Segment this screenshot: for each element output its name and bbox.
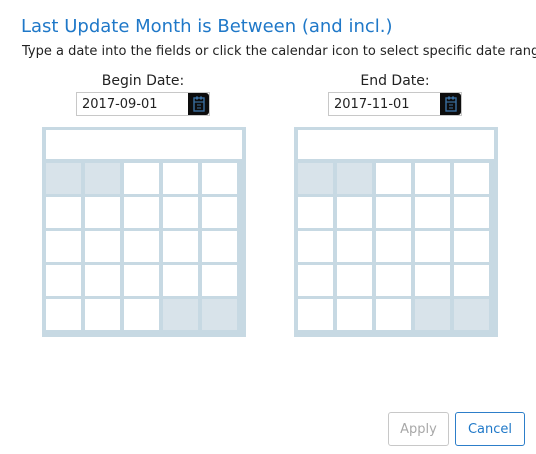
calendar-cell <box>298 163 333 194</box>
apply-button[interactable]: Apply <box>388 412 449 446</box>
calendar-cell <box>202 197 237 228</box>
calendar-cell <box>298 231 333 262</box>
calendar-cell <box>298 265 333 296</box>
end-date-field <box>328 92 462 116</box>
calendar-icon <box>444 96 457 112</box>
calendar-header <box>298 130 494 159</box>
calendar-cell <box>46 197 81 228</box>
end-date-input[interactable] <box>329 93 438 115</box>
calendar-cell <box>202 163 237 194</box>
calendar-cell <box>85 299 120 330</box>
calendar-cell <box>46 265 81 296</box>
calendar-cell <box>46 299 81 330</box>
begin-date-label: Begin Date: <box>101 73 185 89</box>
calendar-cell <box>415 197 450 228</box>
calendar-cell <box>415 231 450 262</box>
begin-date-field <box>76 92 210 116</box>
calendar-cell <box>202 265 237 296</box>
calendar-cell <box>298 299 333 330</box>
calendar-cell <box>337 265 372 296</box>
date-range-dialog: Last Update Month is Between (and incl.)… <box>0 0 536 454</box>
begin-date-input[interactable] <box>77 93 186 115</box>
dialog-instructions: Type a date into the fields or click the… <box>22 44 536 59</box>
calendar-cell <box>376 265 411 296</box>
calendar-cell <box>337 163 372 194</box>
calendar-cell <box>454 265 489 296</box>
calendar-cell <box>124 299 159 330</box>
calendar-cell <box>376 299 411 330</box>
calendar-cell <box>163 197 198 228</box>
calendar-header <box>46 130 242 159</box>
calendar-cell <box>124 265 159 296</box>
calendar-cell <box>337 299 372 330</box>
cancel-button[interactable]: Cancel <box>455 412 525 446</box>
calendar-cell <box>454 197 489 228</box>
begin-calendar-placeholder <box>42 127 246 337</box>
calendar-cell <box>454 299 489 330</box>
calendar-cell <box>454 231 489 262</box>
calendar-cell <box>85 197 120 228</box>
begin-calendar-button[interactable] <box>188 93 209 115</box>
calendar-cell <box>85 265 120 296</box>
calendar-cell <box>163 163 198 194</box>
calendar-cell <box>202 231 237 262</box>
end-calendar-placeholder <box>294 127 498 337</box>
calendar-cell <box>454 163 489 194</box>
calendar-cell <box>163 299 198 330</box>
calendar-cell <box>163 231 198 262</box>
calendar-cell <box>376 163 411 194</box>
calendar-cell <box>415 265 450 296</box>
calendar-cell <box>415 299 450 330</box>
end-date-label: End Date: <box>360 73 430 89</box>
calendar-cell <box>337 197 372 228</box>
calendar-cell <box>46 231 81 262</box>
calendar-cell <box>85 231 120 262</box>
calendar-cell <box>85 163 120 194</box>
calendar-cell <box>46 163 81 194</box>
calendar-cell <box>298 197 333 228</box>
calendar-cell <box>124 163 159 194</box>
calendar-cell <box>376 197 411 228</box>
calendar-cell <box>124 197 159 228</box>
calendar-cell <box>202 299 237 330</box>
calendar-icon <box>192 96 205 112</box>
calendar-cell <box>163 265 198 296</box>
dialog-title: Last Update Month is Between (and incl.) <box>21 16 393 37</box>
calendar-cell <box>124 231 159 262</box>
calendar-cell <box>337 231 372 262</box>
end-calendar-button[interactable] <box>440 93 461 115</box>
calendar-cell <box>376 231 411 262</box>
calendar-cell <box>415 163 450 194</box>
